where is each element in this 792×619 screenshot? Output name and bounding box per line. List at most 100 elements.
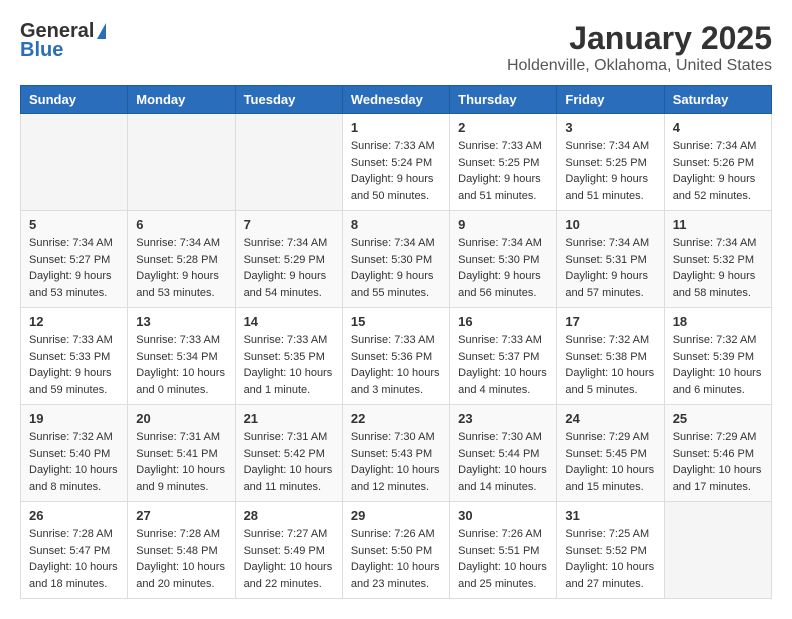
day-info: Sunrise: 7:31 AM Sunset: 5:41 PM Dayligh… [136, 429, 226, 495]
day-number: 21 [244, 411, 334, 426]
page-header: General Blue January 2025 Holdenville, O… [20, 20, 772, 75]
weekday-header-thursday: Thursday [450, 86, 557, 114]
calendar-cell: 29 Sunrise: 7:26 AM Sunset: 5:50 PM Dayli… [342, 502, 449, 599]
calendar-cell: 30 Sunrise: 7:26 AM Sunset: 5:51 PM Dayli… [450, 502, 557, 599]
calendar-cell: 10 Sunrise: 7:34 AM Sunset: 5:31 PM Dayli… [557, 211, 664, 308]
calendar-cell: 22 Sunrise: 7:30 AM Sunset: 5:43 PM Dayli… [342, 405, 449, 502]
day-number: 18 [673, 314, 763, 329]
day-number: 24 [565, 411, 655, 426]
weekday-header-wednesday: Wednesday [342, 86, 449, 114]
day-number: 22 [351, 411, 441, 426]
day-info: Sunrise: 7:32 AM Sunset: 5:40 PM Dayligh… [29, 429, 119, 495]
calendar-cell [21, 114, 128, 211]
day-info: Sunrise: 7:29 AM Sunset: 5:45 PM Dayligh… [565, 429, 655, 495]
day-info: Sunrise: 7:33 AM Sunset: 5:36 PM Dayligh… [351, 332, 441, 398]
calendar-cell: 21 Sunrise: 7:31 AM Sunset: 5:42 PM Dayli… [235, 405, 342, 502]
day-info: Sunrise: 7:33 AM Sunset: 5:34 PM Dayligh… [136, 332, 226, 398]
calendar-cell: 27 Sunrise: 7:28 AM Sunset: 5:48 PM Dayli… [128, 502, 235, 599]
month-title: January 2025 [507, 20, 772, 57]
day-number: 13 [136, 314, 226, 329]
calendar-cell: 24 Sunrise: 7:29 AM Sunset: 5:45 PM Dayli… [557, 405, 664, 502]
calendar-cell [664, 502, 771, 599]
weekday-header-friday: Friday [557, 86, 664, 114]
day-number: 30 [458, 508, 548, 523]
location: Holdenville, Oklahoma, United States [507, 57, 772, 75]
day-info: Sunrise: 7:31 AM Sunset: 5:42 PM Dayligh… [244, 429, 334, 495]
calendar-cell: 2 Sunrise: 7:33 AM Sunset: 5:25 PM Daylig… [450, 114, 557, 211]
day-info: Sunrise: 7:28 AM Sunset: 5:47 PM Dayligh… [29, 526, 119, 592]
day-number: 19 [29, 411, 119, 426]
day-number: 29 [351, 508, 441, 523]
calendar-week-row: 12 Sunrise: 7:33 AM Sunset: 5:33 PM Dayli… [21, 308, 772, 405]
calendar-week-row: 5 Sunrise: 7:34 AM Sunset: 5:27 PM Daylig… [21, 211, 772, 308]
day-number: 10 [565, 217, 655, 232]
calendar-cell: 12 Sunrise: 7:33 AM Sunset: 5:33 PM Dayli… [21, 308, 128, 405]
calendar-cell: 31Sunrise: 7:25 AM Sunset: 5:52 PM Dayli… [557, 502, 664, 599]
calendar-cell: 6Sunrise: 7:34 AM Sunset: 5:28 PM Daylig… [128, 211, 235, 308]
calendar-cell [235, 114, 342, 211]
day-info: Sunrise: 7:32 AM Sunset: 5:38 PM Dayligh… [565, 332, 655, 398]
day-info: Sunrise: 7:28 AM Sunset: 5:48 PM Dayligh… [136, 526, 226, 592]
day-number: 14 [244, 314, 334, 329]
day-info: Sunrise: 7:33 AM Sunset: 5:35 PM Dayligh… [244, 332, 334, 398]
day-info: Sunrise: 7:34 AM Sunset: 5:25 PM Dayligh… [565, 138, 655, 204]
day-number: 3 [565, 120, 655, 135]
day-number: 7 [244, 217, 334, 232]
weekday-header-monday: Monday [128, 86, 235, 114]
day-number: 2 [458, 120, 548, 135]
title-section: January 2025 Holdenville, Oklahoma, Unit… [507, 20, 772, 75]
day-number: 11 [673, 217, 763, 232]
day-info: Sunrise: 7:33 AM Sunset: 5:33 PM Dayligh… [29, 332, 119, 398]
day-number: 23 [458, 411, 548, 426]
calendar-cell: 25 Sunrise: 7:29 AM Sunset: 5:46 PM Dayli… [664, 405, 771, 502]
logo-triangle-icon [97, 23, 106, 39]
day-info: Sunrise: 7:34 AM Sunset: 5:26 PM Dayligh… [673, 138, 763, 204]
day-info: Sunrise: 7:26 AM Sunset: 5:51 PM Dayligh… [458, 526, 548, 592]
day-info: Sunrise: 7:25 AM Sunset: 5:52 PM Dayligh… [565, 526, 655, 592]
day-info: Sunrise: 7:30 AM Sunset: 5:43 PM Dayligh… [351, 429, 441, 495]
weekday-header-sunday: Sunday [21, 86, 128, 114]
calendar-cell: 13 Sunrise: 7:33 AM Sunset: 5:34 PM Dayli… [128, 308, 235, 405]
day-info: Sunrise: 7:33 AM Sunset: 5:25 PM Dayligh… [458, 138, 548, 204]
calendar-cell: 8 Sunrise: 7:34 AM Sunset: 5:30 PM Daylig… [342, 211, 449, 308]
calendar-cell: 18 Sunrise: 7:32 AM Sunset: 5:39 PM Dayli… [664, 308, 771, 405]
calendar-cell: 17 Sunrise: 7:32 AM Sunset: 5:38 PM Dayli… [557, 308, 664, 405]
calendar-cell: 23 Sunrise: 7:30 AM Sunset: 5:44 PM Dayli… [450, 405, 557, 502]
calendar-cell [128, 114, 235, 211]
calendar-cell: 11 Sunrise: 7:34 AM Sunset: 5:32 PM Dayli… [664, 211, 771, 308]
day-info: Sunrise: 7:34 AM Sunset: 5:27 PM Dayligh… [29, 235, 119, 301]
day-info: Sunrise: 7:34 AM Sunset: 5:31 PM Dayligh… [565, 235, 655, 301]
calendar-cell: 1 Sunrise: 7:33 AM Sunset: 5:24 PM Daylig… [342, 114, 449, 211]
day-number: 25 [673, 411, 763, 426]
day-number: 17 [565, 314, 655, 329]
day-info: Sunrise: 7:30 AM Sunset: 5:44 PM Dayligh… [458, 429, 548, 495]
weekday-header-row: SundayMondayTuesdayWednesdayThursdayFrid… [21, 86, 772, 114]
weekday-header-tuesday: Tuesday [235, 86, 342, 114]
day-info: Sunrise: 7:34 AM Sunset: 5:32 PM Dayligh… [673, 235, 763, 301]
calendar-cell: 9 Sunrise: 7:34 AM Sunset: 5:30 PM Daylig… [450, 211, 557, 308]
day-info: Sunrise: 7:34 AM Sunset: 5:28 PM Dayligh… [136, 235, 226, 301]
day-number: 9 [458, 217, 548, 232]
day-info: Sunrise: 7:34 AM Sunset: 5:30 PM Dayligh… [351, 235, 441, 301]
logo-blue-text: Blue [20, 39, 63, 62]
calendar-table: SundayMondayTuesdayWednesdayThursdayFrid… [20, 85, 772, 599]
day-info: Sunrise: 7:26 AM Sunset: 5:50 PM Dayligh… [351, 526, 441, 592]
day-info: Sunrise: 7:34 AM Sunset: 5:30 PM Dayligh… [458, 235, 548, 301]
day-info: Sunrise: 7:27 AM Sunset: 5:49 PM Dayligh… [244, 526, 334, 592]
day-number: 8 [351, 217, 441, 232]
calendar-cell: 28 Sunrise: 7:27 AM Sunset: 5:49 PM Dayli… [235, 502, 342, 599]
day-number: 5 [29, 217, 119, 232]
day-number: 12 [29, 314, 119, 329]
calendar-cell: 7Sunrise: 7:34 AM Sunset: 5:29 PM Daylig… [235, 211, 342, 308]
day-number: 20 [136, 411, 226, 426]
calendar-cell: 20 Sunrise: 7:31 AM Sunset: 5:41 PM Dayli… [128, 405, 235, 502]
day-number: 1 [351, 120, 441, 135]
day-number: 28 [244, 508, 334, 523]
day-info: Sunrise: 7:29 AM Sunset: 5:46 PM Dayligh… [673, 429, 763, 495]
day-info: Sunrise: 7:33 AM Sunset: 5:37 PM Dayligh… [458, 332, 548, 398]
day-number: 15 [351, 314, 441, 329]
day-info: Sunrise: 7:33 AM Sunset: 5:24 PM Dayligh… [351, 138, 441, 204]
calendar-week-row: 26Sunrise: 7:28 AM Sunset: 5:47 PM Dayli… [21, 502, 772, 599]
day-info: Sunrise: 7:32 AM Sunset: 5:39 PM Dayligh… [673, 332, 763, 398]
day-number: 27 [136, 508, 226, 523]
